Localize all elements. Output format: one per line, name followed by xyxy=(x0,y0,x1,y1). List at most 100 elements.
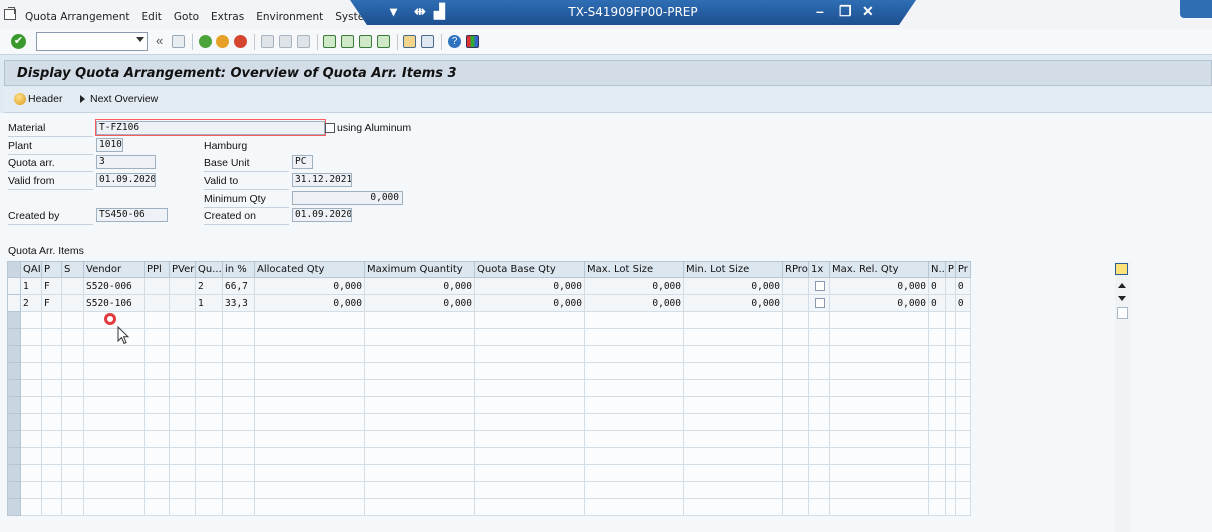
empty-cell[interactable] xyxy=(61,447,84,465)
empty-cell[interactable] xyxy=(20,481,42,499)
empty-cell[interactable] xyxy=(41,328,62,346)
empty-cell[interactable] xyxy=(584,464,684,482)
empty-table-row[interactable] xyxy=(7,328,971,346)
empty-cell[interactable] xyxy=(83,413,145,431)
empty-cell[interactable] xyxy=(222,345,255,363)
empty-cell[interactable] xyxy=(683,464,783,482)
print-icon[interactable] xyxy=(261,35,274,48)
created-on-field[interactable]: 01.09.2020 xyxy=(292,208,352,222)
empty-cell[interactable] xyxy=(169,379,196,397)
empty-cell[interactable] xyxy=(928,464,946,482)
allocated-qty-cell[interactable]: 0,000 xyxy=(254,294,365,312)
empty-cell[interactable] xyxy=(41,430,62,448)
empty-cell[interactable] xyxy=(144,362,170,380)
empty-cell[interactable] xyxy=(944,481,956,499)
empty-cell[interactable] xyxy=(61,396,84,414)
row-selector[interactable] xyxy=(7,464,21,482)
valid-from-field[interactable]: 01.09.2020 xyxy=(96,173,156,187)
empty-cell[interactable] xyxy=(584,345,684,363)
empty-cell[interactable] xyxy=(144,345,170,363)
empty-cell[interactable] xyxy=(222,379,255,397)
empty-cell[interactable] xyxy=(144,464,170,482)
p2-cell[interactable] xyxy=(944,294,956,312)
empty-cell[interactable] xyxy=(364,430,475,448)
empty-cell[interactable] xyxy=(808,345,830,363)
empty-cell[interactable] xyxy=(954,345,971,363)
column-header[interactable]: Quota Base Qty xyxy=(474,261,585,278)
column-header[interactable]: Pr xyxy=(954,261,971,278)
row-selector[interactable] xyxy=(7,430,21,448)
empty-cell[interactable] xyxy=(683,362,783,380)
empty-cell[interactable] xyxy=(928,328,946,346)
plant-field[interactable]: 1010 xyxy=(96,138,123,152)
empty-cell[interactable] xyxy=(928,345,946,363)
quota-cell[interactable]: 2 xyxy=(195,277,223,295)
quota-base-qty-cell[interactable]: 0,000 xyxy=(474,277,585,295)
empty-cell[interactable] xyxy=(954,464,971,482)
empty-cell[interactable] xyxy=(954,328,971,346)
empty-cell[interactable] xyxy=(782,311,809,329)
column-header[interactable]: in % xyxy=(222,261,255,278)
percent-cell[interactable]: 33,3 xyxy=(222,294,255,312)
select-all-cell[interactable] xyxy=(7,261,21,278)
empty-cell[interactable] xyxy=(782,498,809,516)
vendor-cell[interactable]: S520-006 xyxy=(83,277,145,295)
quota-base-qty-cell[interactable]: 0,000 xyxy=(474,294,585,312)
empty-cell[interactable] xyxy=(829,362,929,380)
empty-cell[interactable] xyxy=(222,481,255,499)
window-menu-icon[interactable] xyxy=(4,9,16,20)
empty-cell[interactable] xyxy=(584,447,684,465)
created-by-field[interactable]: TS450-06 xyxy=(96,208,168,222)
empty-cell[interactable] xyxy=(928,447,946,465)
next-page-icon[interactable] xyxy=(359,35,372,48)
empty-cell[interactable] xyxy=(683,481,783,499)
column-header[interactable]: Max. Rel. Qty xyxy=(829,261,929,278)
empty-cell[interactable] xyxy=(829,464,929,482)
empty-cell[interactable] xyxy=(61,498,84,516)
empty-cell[interactable] xyxy=(195,481,223,499)
previous-page-icon[interactable] xyxy=(341,35,354,48)
empty-cell[interactable] xyxy=(584,430,684,448)
scroll-thumb[interactable] xyxy=(1117,307,1128,319)
empty-cell[interactable] xyxy=(83,498,145,516)
empty-cell[interactable] xyxy=(474,362,585,380)
empty-cell[interactable] xyxy=(782,413,809,431)
p2-cell[interactable] xyxy=(944,277,956,295)
empty-cell[interactable] xyxy=(254,481,365,499)
shortcut-icon[interactable] xyxy=(421,35,434,48)
empty-cell[interactable] xyxy=(61,345,84,363)
empty-cell[interactable] xyxy=(41,362,62,380)
once-checkbox[interactable] xyxy=(815,281,825,291)
menu-quota-arrangement[interactable]: Quota Arrangement xyxy=(25,11,130,23)
empty-cell[interactable] xyxy=(474,413,585,431)
empty-cell[interactable] xyxy=(808,362,830,380)
empty-cell[interactable] xyxy=(584,311,684,329)
empty-table-row[interactable] xyxy=(7,311,971,329)
empty-cell[interactable] xyxy=(61,379,84,397)
empty-cell[interactable] xyxy=(944,413,956,431)
empty-cell[interactable] xyxy=(474,464,585,482)
empty-cell[interactable] xyxy=(954,481,971,499)
empty-cell[interactable] xyxy=(41,464,62,482)
empty-cell[interactable] xyxy=(61,481,84,499)
empty-cell[interactable] xyxy=(222,328,255,346)
empty-cell[interactable] xyxy=(222,413,255,431)
empty-cell[interactable] xyxy=(222,311,255,329)
empty-cell[interactable] xyxy=(683,430,783,448)
empty-cell[interactable] xyxy=(584,413,684,431)
cancel-icon[interactable] xyxy=(234,35,247,48)
empty-cell[interactable] xyxy=(222,362,255,380)
empty-cell[interactable] xyxy=(83,396,145,414)
empty-cell[interactable] xyxy=(683,498,783,516)
minimize-icon[interactable]: – xyxy=(816,3,824,19)
empty-cell[interactable] xyxy=(683,413,783,431)
table-vertical-scrollbar[interactable] xyxy=(1115,262,1131,532)
column-header[interactable]: PPl xyxy=(144,261,170,278)
empty-cell[interactable] xyxy=(61,464,84,482)
empty-cell[interactable] xyxy=(169,447,196,465)
row-selector[interactable] xyxy=(7,277,21,295)
empty-cell[interactable] xyxy=(683,345,783,363)
menu-edit[interactable]: Edit xyxy=(142,11,162,23)
empty-cell[interactable] xyxy=(83,481,145,499)
empty-cell[interactable] xyxy=(169,328,196,346)
